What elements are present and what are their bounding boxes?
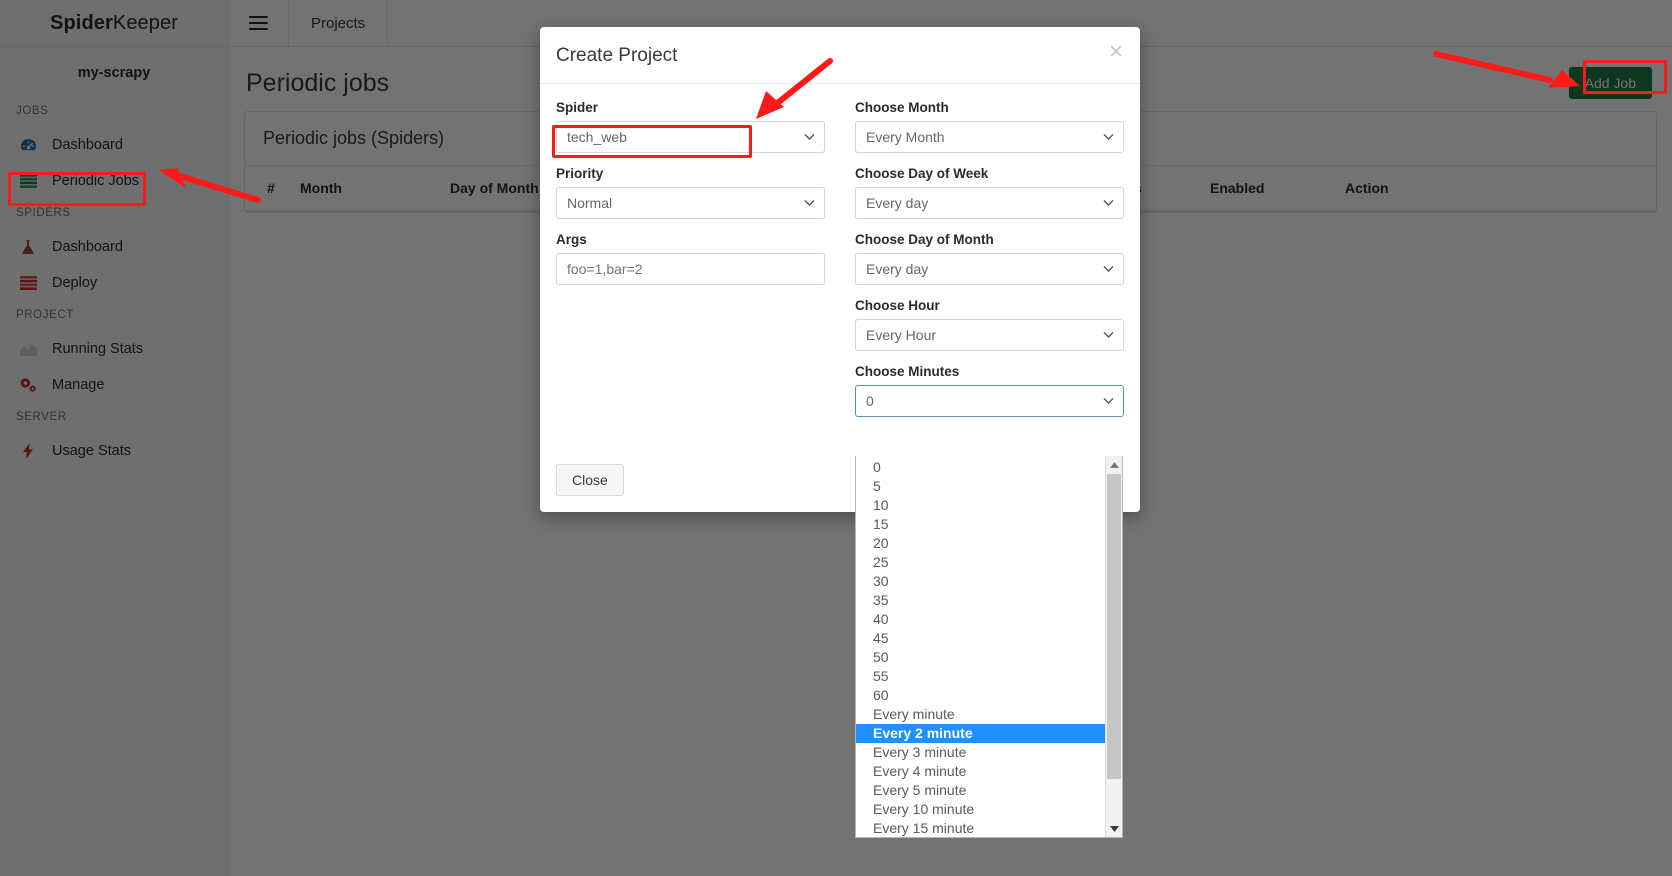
modal-right-column: Choose Month Every Month Choose Day of W… xyxy=(855,100,1124,444)
scroll-up-arrow-icon[interactable] xyxy=(1106,456,1122,473)
dropdown-option[interactable]: Every 5 minute xyxy=(856,781,1105,800)
modal-body: Spider tech_web Priority Normal Args foo… xyxy=(540,84,1140,454)
field-priority: Priority Normal xyxy=(556,166,825,219)
dropdown-option[interactable]: Every 2 minute xyxy=(856,724,1105,743)
chevron-down-icon xyxy=(804,134,815,141)
dropdown-option[interactable]: 60 xyxy=(856,686,1105,705)
field-label-hour: Choose Hour xyxy=(855,298,940,313)
dropdown-option[interactable]: Every 3 minute xyxy=(856,743,1105,762)
field-label-spider: Spider xyxy=(556,100,599,115)
priority-select[interactable]: Normal xyxy=(556,187,825,219)
dropdown-scroll-thumb[interactable] xyxy=(1107,474,1121,779)
hour-select-value: Every Hour xyxy=(866,327,937,343)
close-button[interactable]: Close xyxy=(556,464,624,496)
args-input[interactable] xyxy=(556,253,825,285)
dropdown-option[interactable]: 40 xyxy=(856,610,1105,629)
dropdown-option[interactable]: 10 xyxy=(856,496,1105,515)
spider-select[interactable]: tech_web xyxy=(556,121,825,153)
dropdown-option[interactable]: 35 xyxy=(856,591,1105,610)
field-minutes: Choose Minutes 0 xyxy=(855,364,1124,417)
day-of-week-select[interactable]: Every day xyxy=(855,187,1124,219)
field-day-of-week: Choose Day of Week Every day xyxy=(855,166,1124,219)
minutes-select[interactable]: 0 xyxy=(855,385,1124,417)
dropdown-option[interactable]: 50 xyxy=(856,648,1105,667)
field-args: Args xyxy=(556,232,825,285)
chevron-down-icon xyxy=(1103,332,1114,339)
spider-select-value: tech_web xyxy=(567,129,627,145)
month-select-value: Every Month xyxy=(866,129,945,145)
scroll-down-arrow-icon[interactable] xyxy=(1106,820,1122,837)
dropdown-option[interactable]: 5 xyxy=(856,477,1105,496)
field-label-args: Args xyxy=(556,232,587,247)
chevron-down-icon xyxy=(804,200,815,207)
minutes-select-value: 0 xyxy=(866,393,874,409)
field-label-day-of-month: Choose Day of Month xyxy=(855,232,994,247)
month-select[interactable]: Every Month xyxy=(855,121,1124,153)
modal-title: Create Project xyxy=(556,45,678,66)
field-day-of-month: Choose Day of Month Every day xyxy=(855,232,1124,285)
field-label-priority: Priority xyxy=(556,166,604,181)
dropdown-option[interactable]: 55 xyxy=(856,667,1105,686)
day-of-month-select[interactable]: Every day xyxy=(855,253,1124,285)
dropdown-option[interactable]: 15 xyxy=(856,515,1105,534)
field-hour: Choose Hour Every Hour xyxy=(855,298,1124,351)
modal-left-column: Spider tech_web Priority Normal Args foo… xyxy=(556,100,825,444)
priority-select-value: Normal xyxy=(567,195,613,211)
field-spider: Spider tech_web xyxy=(556,100,825,153)
chevron-down-icon xyxy=(1103,134,1114,141)
dropdown-option[interactable]: 25 xyxy=(856,553,1105,572)
chevron-down-icon xyxy=(1103,398,1114,405)
close-x-icon[interactable]: ✕ xyxy=(1108,43,1124,62)
hour-select[interactable]: Every Hour xyxy=(855,319,1124,351)
field-label-month: Choose Month xyxy=(855,100,949,115)
minutes-dropdown-options: 0 5 10 15 20 25 30 35 40 45 50 55 60 Every minute Ever… xyxy=(856,456,1105,837)
dropdown-option[interactable]: 20 xyxy=(856,534,1105,553)
dropdown-option[interactable]: Every 4 minute xyxy=(856,762,1105,781)
day-of-week-select-value: Every day xyxy=(866,195,929,211)
dropdown-option[interactable]: 45 xyxy=(856,629,1105,648)
dropdown-option[interactable]: Every 10 minute xyxy=(856,800,1105,819)
create-project-modal: Create Project ✕ Spider tech_web Priorit… xyxy=(540,27,1140,512)
dropdown-option[interactable]: Every 15 minute xyxy=(856,819,1105,837)
field-label-day-of-week: Choose Day of Week xyxy=(855,166,989,181)
day-of-month-select-value: Every day xyxy=(866,261,929,277)
dropdown-option[interactable]: 30 xyxy=(856,572,1105,591)
app-root: SpiderKeeper my-scrapy JOBS Dashboard Pe… xyxy=(0,0,1672,876)
chevron-down-icon xyxy=(1103,200,1114,207)
chevron-down-icon xyxy=(1103,266,1114,273)
modal-header: Create Project ✕ xyxy=(540,27,1140,84)
dropdown-option[interactable]: Every minute xyxy=(856,705,1105,724)
dropdown-option[interactable]: 0 xyxy=(856,458,1105,477)
field-month: Choose Month Every Month xyxy=(855,100,1124,153)
field-label-minutes: Choose Minutes xyxy=(855,364,960,379)
dropdown-scrollbar[interactable] xyxy=(1105,456,1122,837)
minutes-dropdown-list[interactable]: 0 5 10 15 20 25 30 35 40 45 50 55 60 Every minute Ever… xyxy=(855,456,1123,838)
